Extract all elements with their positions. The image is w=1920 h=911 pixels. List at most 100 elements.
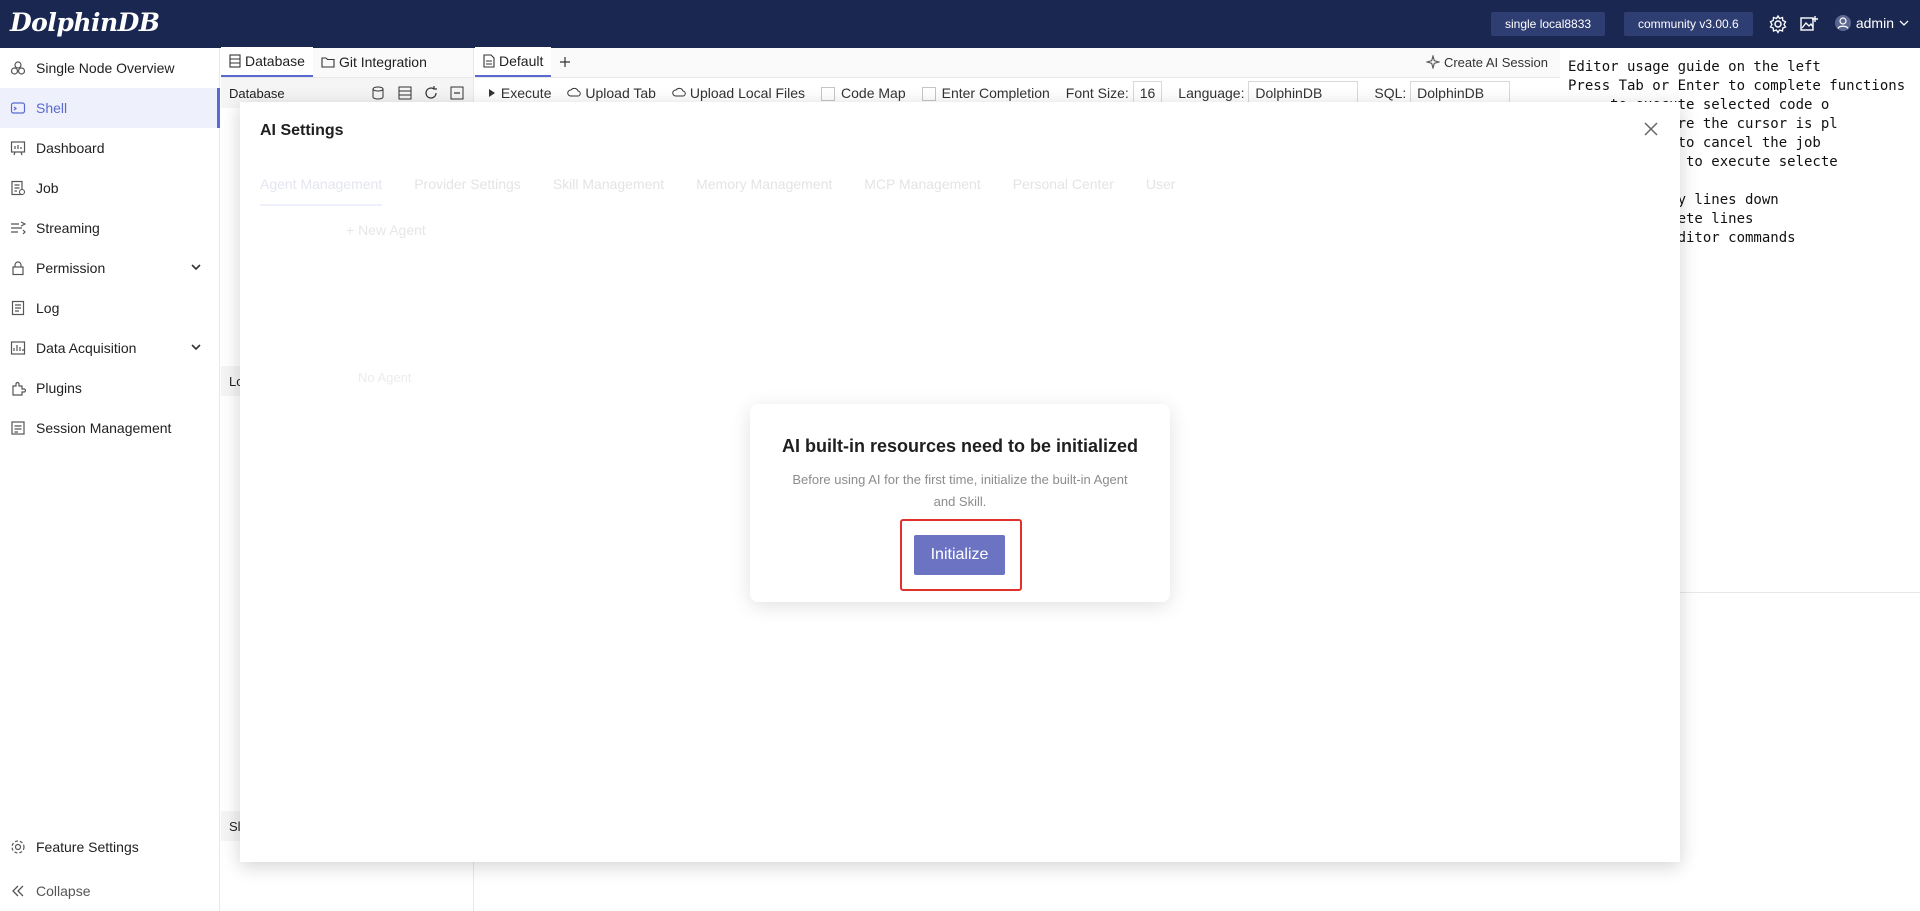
- sidebar-item-label: Dashboard: [36, 140, 105, 156]
- tab-agent-management[interactable]: Agent Management: [260, 176, 383, 206]
- edition-badge: community v3.00.6: [1624, 12, 1753, 36]
- tab-label: Git Integration: [338, 54, 427, 70]
- init-title: AI built-in resources need to be initial…: [781, 436, 1139, 456]
- code-map-checkbox[interactable]: Code Map: [821, 84, 906, 102]
- upload-local-files-button[interactable]: Upload Local Files: [672, 85, 805, 101]
- session-icon: [11, 421, 25, 435]
- tab-user[interactable]: User: [1146, 176, 1176, 206]
- chevron-down-icon: [191, 344, 201, 351]
- sidebar-item-label: Single Node Overview: [36, 60, 175, 76]
- create-ai-session-label: Create AI Session: [1443, 54, 1548, 70]
- refresh-icon[interactable]: [423, 85, 439, 101]
- gear-icon[interactable]: [1768, 14, 1788, 34]
- enter-completion-label: Enter Completion: [941, 84, 1050, 101]
- cloud-upload-icon: [672, 87, 686, 97]
- plugin-icon: [12, 381, 26, 396]
- execute-label: Execute: [500, 85, 552, 101]
- add-tab-button[interactable]: [551, 47, 579, 77]
- sidebar-item-label: Log: [36, 300, 60, 316]
- user-menu[interactable]: admin: [1834, 14, 1910, 32]
- table-icon[interactable]: [397, 85, 413, 101]
- guide-line: Editor usage guide on the left: [1568, 59, 1821, 75]
- play-icon: [489, 89, 495, 97]
- dashboard-icon: [10, 141, 26, 156]
- font-size-label: Font Size:: [1065, 85, 1129, 101]
- sidebar-item-permission[interactable]: Permission: [0, 248, 219, 288]
- chevron-down-icon: [1899, 20, 1909, 26]
- tab-memory-management[interactable]: Memory Management: [696, 176, 832, 206]
- sidebar-item-dashboard[interactable]: Dashboard: [0, 128, 219, 168]
- sidebar-item-streaming[interactable]: Streaming: [0, 208, 219, 248]
- sidebar-item-label: Permission: [36, 260, 106, 276]
- collapse-button[interactable]: Collapse: [0, 871, 219, 911]
- code-map-label: Code Map: [841, 84, 906, 101]
- tab-mcp-management[interactable]: MCP Management: [864, 176, 980, 206]
- left-pane-tabs: Database Git Integration: [221, 47, 473, 78]
- folder-icon: [321, 57, 335, 68]
- tab-personal-center[interactable]: Personal Center: [1013, 176, 1114, 206]
- sidebar-item-log[interactable]: Log: [0, 288, 219, 328]
- double-chevron-left-icon: [12, 885, 24, 897]
- tab-label: Database: [245, 53, 305, 69]
- tab-default[interactable]: Default: [475, 47, 552, 77]
- node-badge: single local8833: [1491, 12, 1606, 36]
- acquisition-icon: [10, 341, 26, 355]
- upload-tab-button[interactable]: Upload Tab: [567, 85, 656, 101]
- tab-git-integration[interactable]: Git Integration: [313, 47, 435, 77]
- guide-line: Press Tab or Enter to complete functions: [1568, 78, 1906, 94]
- sidebar-item-feature-settings[interactable]: Feature Settings: [0, 827, 219, 867]
- sql-label: SQL:: [1374, 85, 1407, 101]
- sidebar-item-label: Shell: [36, 100, 68, 116]
- initialize-button[interactable]: Initialize: [914, 535, 1005, 575]
- close-icon[interactable]: [1640, 118, 1662, 140]
- gear-icon: [11, 840, 25, 854]
- cloud-upload-icon: [567, 87, 582, 97]
- sidebar-item-label: Streaming: [36, 220, 100, 236]
- overview-icon: [10, 61, 26, 75]
- database-icon: [229, 54, 241, 68]
- ai-settings-modal: AI Settings Agent Management Provider Se…: [240, 102, 1680, 862]
- log-icon: [11, 300, 25, 316]
- tab-skill-management[interactable]: Skill Management: [553, 176, 664, 206]
- empty-agents-text: No Agent: [358, 370, 412, 385]
- modal-title: AI Settings: [260, 122, 344, 139]
- tab-provider-settings[interactable]: Provider Settings: [414, 176, 521, 206]
- highlight-box: Initialize: [900, 519, 1022, 591]
- sidebar-item-overview[interactable]: Single Node Overview: [0, 48, 219, 88]
- top-bar: DolphinDB single local8833 community v3.…: [0, 0, 1920, 48]
- streaming-icon: [11, 221, 26, 235]
- sidebar-item-plugins[interactable]: Plugins: [0, 368, 219, 408]
- tab-database[interactable]: Database: [221, 47, 313, 77]
- avatar-icon: [1834, 15, 1851, 31]
- database-add-icon[interactable]: [371, 85, 387, 101]
- sidebar-item-session-management[interactable]: Session Management: [0, 408, 219, 448]
- shell-icon: [10, 102, 26, 114]
- collapse-label: Collapse: [36, 883, 91, 899]
- execute-button[interactable]: Execute: [487, 85, 551, 101]
- create-ai-session-button[interactable]: Create AI Session: [1418, 47, 1556, 77]
- sidebar-item-label: Session Management: [36, 420, 172, 436]
- new-agent-button[interactable]: + New Agent: [346, 222, 426, 238]
- editor-tabs: Default Create AI Session: [475, 47, 1560, 78]
- tab-label: Default: [499, 53, 544, 69]
- sidebar-item-data-acquisition[interactable]: Data Acquisition: [0, 328, 219, 368]
- collapse-all-icon[interactable]: [449, 85, 465, 101]
- sidebar-item-label: Job: [36, 180, 59, 196]
- upload-tab-label: Upload Tab: [585, 85, 656, 101]
- file-icon: [483, 54, 495, 68]
- sidebar-item-label: Data Acquisition: [36, 340, 137, 356]
- sidebar-item-shell[interactable]: Shell: [0, 88, 220, 128]
- enter-completion-checkbox[interactable]: Enter Completion: [921, 84, 1050, 102]
- settings-tabs: Agent Management Provider Settings Skill…: [260, 176, 1175, 206]
- database-section-title: Database: [229, 85, 285, 101]
- sidebar-item-label: Feature Settings: [36, 839, 139, 855]
- job-icon: [11, 180, 26, 196]
- sidebar-item-job[interactable]: Job: [0, 168, 219, 208]
- username: admin: [1855, 15, 1894, 31]
- upload-local-label: Upload Local Files: [689, 85, 806, 101]
- init-description: Before using AI for the first time, init…: [792, 472, 1128, 509]
- image-add-icon[interactable]: [1799, 14, 1819, 34]
- plus-icon: [560, 57, 571, 67]
- app-logo[interactable]: DolphinDB: [10, 8, 160, 37]
- init-card: AI built-in resources need to be initial…: [750, 404, 1170, 602]
